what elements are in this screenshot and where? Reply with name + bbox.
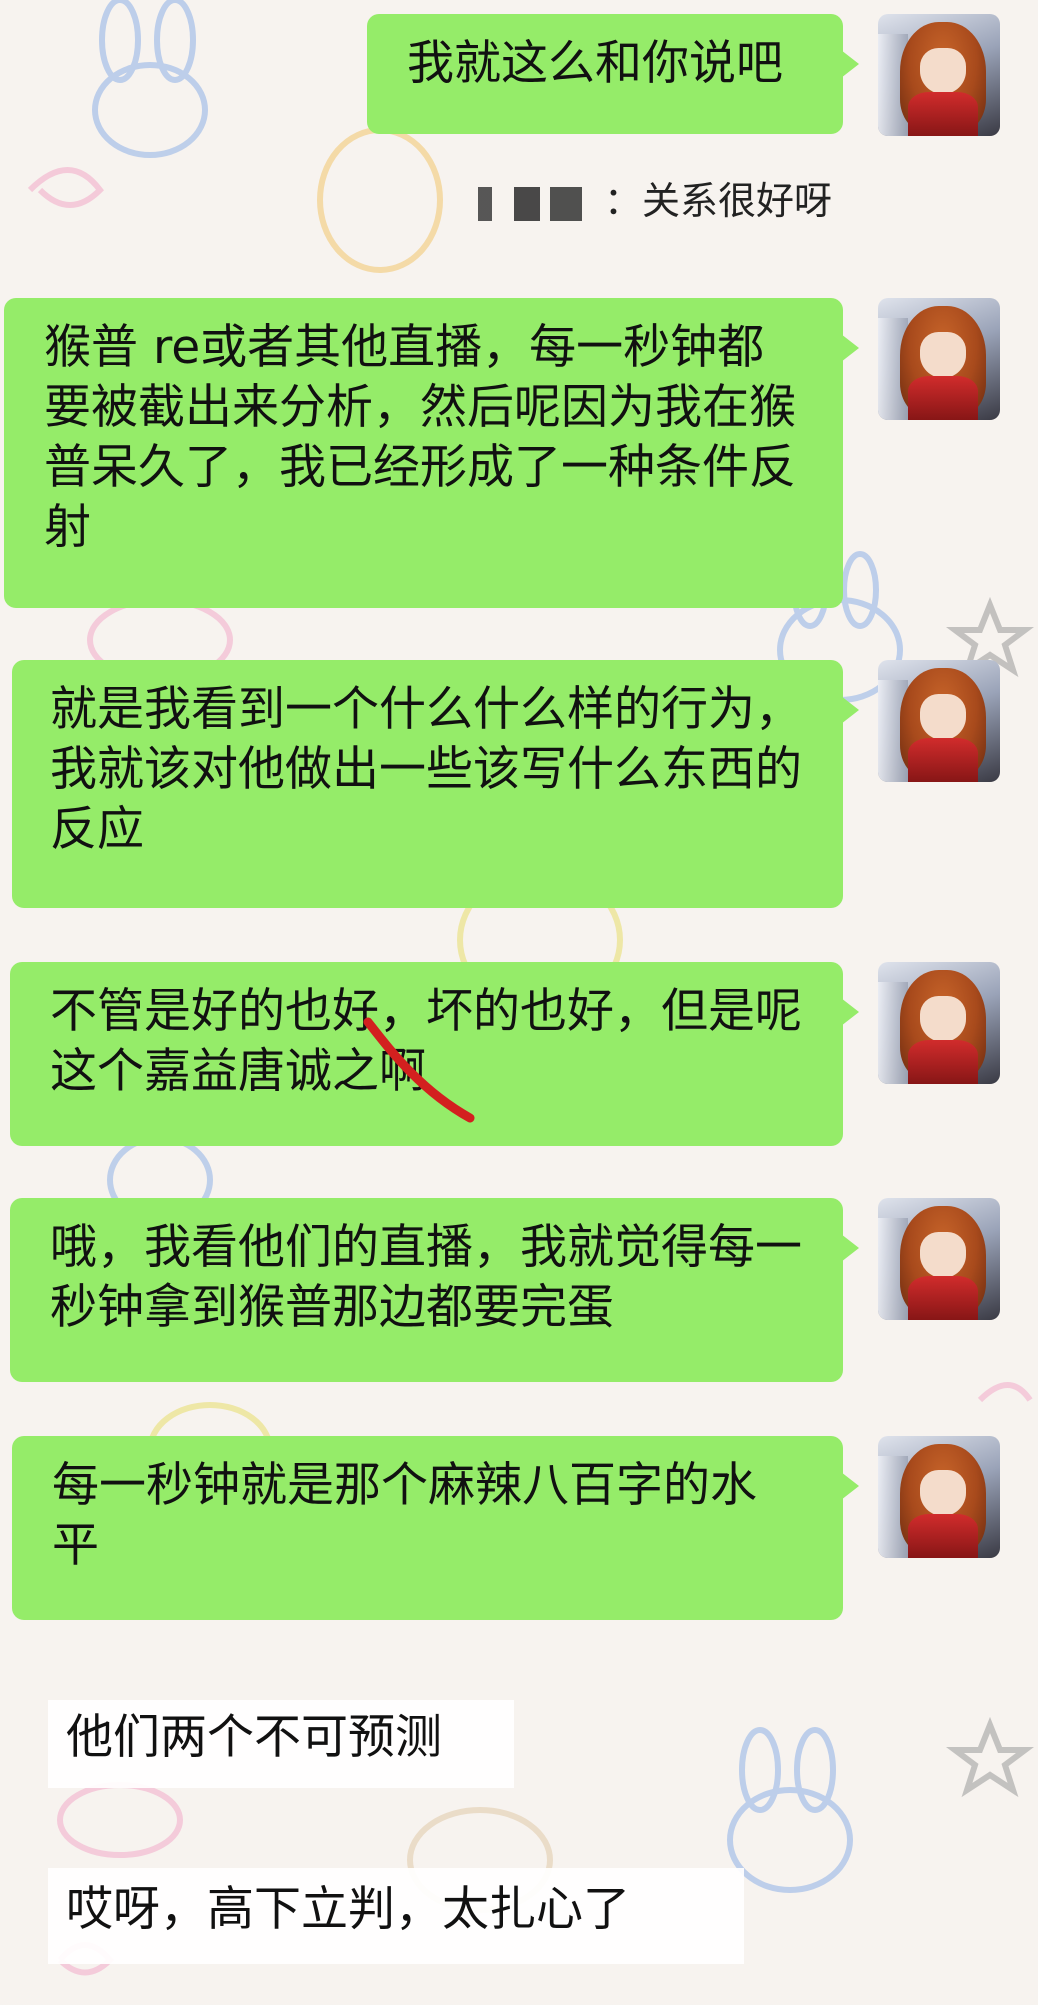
- red-pen-annotation: [363, 1017, 475, 1123]
- message-bubble[interactable]: 每一秒钟就是那个麻辣八百字的水平: [12, 1436, 859, 1620]
- message-bubble[interactable]: 我就这么和你说吧: [367, 14, 859, 134]
- message-text: 猴普 re或者其他直播，每一秒钟都要被截出来分析，然后呢因为我在猴普呆久了，我已…: [44, 320, 796, 555]
- quoted-reply: ：关系很好呀: [477, 170, 832, 225]
- avatar[interactable]: [878, 660, 1000, 782]
- quoted-reply-text: ：关系很好呀: [603, 179, 832, 223]
- caption-text-content: 哎呀，高下立判，太扎心了: [66, 1882, 630, 1937]
- caption-text: 他们两个不可预测: [48, 1700, 514, 1788]
- avatar[interactable]: [878, 298, 1000, 420]
- avatar[interactable]: [878, 1198, 1000, 1320]
- caption-text: 哎呀，高下立判，太扎心了: [48, 1868, 744, 1964]
- avatar[interactable]: [878, 962, 1000, 1084]
- avatar[interactable]: [878, 14, 1000, 136]
- avatar[interactable]: [878, 1436, 1000, 1558]
- message-bubble[interactable]: 猴普 re或者其他直播，每一秒钟都要被截出来分析，然后呢因为我在猴普呆久了，我已…: [4, 298, 859, 608]
- message-text: 就是我看到一个什么什么样的行为，我就该对他做出一些该写什么东西的反应: [50, 682, 802, 857]
- message-text: 每一秒钟就是那个麻辣八百字的水平: [52, 1458, 757, 1573]
- message-bubble[interactable]: 就是我看到一个什么什么样的行为，我就该对他做出一些该写什么东西的反应: [12, 660, 859, 908]
- caption-text-content: 他们两个不可预测: [66, 1710, 442, 1765]
- message-text: 我就这么和你说吧: [407, 36, 783, 91]
- message-bubble[interactable]: 哦，我看他们的直播，我就觉得每一秒钟拿到猴普那边都要完蛋: [10, 1198, 859, 1382]
- message-text: 哦，我看他们的直播，我就觉得每一秒钟拿到猴普那边都要完蛋: [50, 1220, 802, 1335]
- redacted-username: [477, 186, 598, 221]
